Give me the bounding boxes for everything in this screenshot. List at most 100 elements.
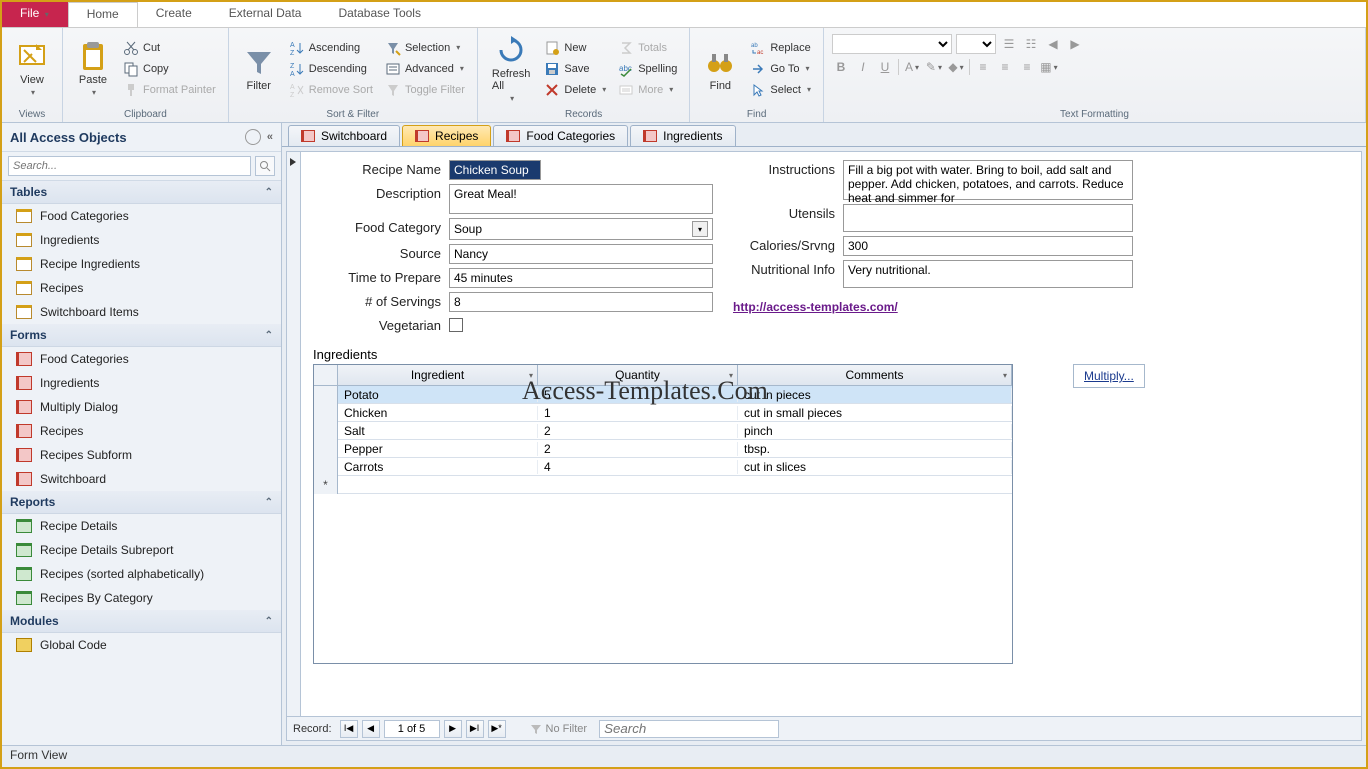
font-family-dropdown[interactable] bbox=[832, 34, 952, 54]
indent-left-button[interactable]: ◀ bbox=[1044, 35, 1062, 53]
tab-external-data[interactable]: External Data bbox=[211, 2, 321, 27]
table-row[interactable]: Salt2pinch bbox=[314, 422, 1012, 440]
remove-sort-button[interactable]: AZRemove Sort bbox=[285, 80, 377, 100]
nav-item-table[interactable]: Recipes bbox=[2, 276, 281, 300]
nav-item-table[interactable]: Ingredients bbox=[2, 228, 281, 252]
tab-recipes[interactable]: Recipes bbox=[402, 125, 491, 146]
nav-item-form[interactable]: Multiply Dialog bbox=[2, 395, 281, 419]
new-button[interactable]: New bbox=[540, 38, 610, 58]
nav-header[interactable]: All Access Objects « bbox=[2, 123, 281, 152]
underline-button[interactable]: U bbox=[876, 58, 894, 76]
fill-color-button[interactable]: ◆▾ bbox=[947, 58, 965, 76]
nav-item-form[interactable]: Switchboard bbox=[2, 467, 281, 491]
vegetarian-checkbox[interactable] bbox=[449, 318, 463, 332]
next-record-button[interactable]: ▶ bbox=[444, 720, 462, 738]
delete-button[interactable]: Delete▾ bbox=[540, 80, 610, 100]
nav-item-table[interactable]: Food Categories bbox=[2, 204, 281, 228]
select-button[interactable]: Select▾ bbox=[746, 80, 815, 100]
tab-ingredients[interactable]: Ingredients bbox=[630, 125, 735, 146]
nutritional-field[interactable]: Very nutritional. bbox=[843, 260, 1133, 288]
instructions-field[interactable]: Fill a big pot with water. Bring to boil… bbox=[843, 160, 1133, 200]
nav-group-tables[interactable]: Tables⌃ bbox=[2, 181, 281, 204]
font-color-button[interactable]: A▾ bbox=[903, 58, 921, 76]
totals-button[interactable]: Totals bbox=[614, 38, 681, 58]
record-search-input[interactable] bbox=[599, 720, 779, 738]
description-field[interactable]: Great Meal! bbox=[449, 184, 713, 214]
italic-button[interactable]: I bbox=[854, 58, 872, 76]
servings-field[interactable]: 8 bbox=[449, 292, 713, 312]
paste-button[interactable]: Paste▾ bbox=[71, 36, 115, 101]
nav-search-input[interactable] bbox=[8, 156, 251, 176]
nav-item-form[interactable]: Recipes Subform bbox=[2, 443, 281, 467]
col-header-quantity[interactable]: Quantity▾ bbox=[538, 365, 738, 385]
nav-item-form[interactable]: Food Categories bbox=[2, 347, 281, 371]
tab-file[interactable]: File ▾ bbox=[2, 2, 68, 27]
time-to-prepare-field[interactable]: 45 minutes bbox=[449, 268, 713, 288]
food-category-combo[interactable]: Soup▾ bbox=[449, 218, 713, 240]
multiply-button[interactable]: Multiply... bbox=[1073, 364, 1145, 388]
more-button[interactable]: More▾ bbox=[614, 80, 681, 100]
toggle-filter-button[interactable]: Toggle Filter bbox=[381, 80, 469, 100]
nav-item-table[interactable]: Switchboard Items bbox=[2, 300, 281, 324]
bullets-button[interactable]: ☰ bbox=[1000, 35, 1018, 53]
ascending-button[interactable]: AZAscending bbox=[285, 38, 377, 58]
tab-home[interactable]: Home bbox=[68, 2, 138, 27]
table-row[interactable]: Potato5cut in pieces bbox=[314, 386, 1012, 404]
search-icon[interactable] bbox=[255, 156, 275, 176]
table-row[interactable]: Chicken1cut in small pieces bbox=[314, 404, 1012, 422]
nav-item-report[interactable]: Recipe Details Subreport bbox=[2, 538, 281, 562]
view-button[interactable]: View▾ bbox=[10, 36, 54, 101]
tab-database-tools[interactable]: Database Tools bbox=[320, 2, 440, 27]
align-center-button[interactable]: ≡ bbox=[996, 58, 1014, 76]
nav-item-form[interactable]: Recipes bbox=[2, 419, 281, 443]
nav-group-reports[interactable]: Reports⌃ bbox=[2, 491, 281, 514]
new-record-button[interactable]: ▶* bbox=[488, 720, 506, 738]
copy-button[interactable]: Copy bbox=[119, 59, 220, 79]
align-left-button[interactable]: ≡ bbox=[974, 58, 992, 76]
prev-record-button[interactable]: ◀ bbox=[362, 720, 380, 738]
format-painter-button[interactable]: Format Painter bbox=[119, 80, 220, 100]
save-button[interactable]: Save bbox=[540, 59, 610, 79]
col-header-ingredient[interactable]: Ingredient▾ bbox=[338, 365, 538, 385]
gridlines-button[interactable]: ▦▾ bbox=[1040, 58, 1058, 76]
utensils-field[interactable] bbox=[843, 204, 1133, 232]
replace-button[interactable]: abacReplace bbox=[746, 38, 815, 58]
select-all-button[interactable] bbox=[314, 365, 338, 385]
advanced-button[interactable]: Advanced▾ bbox=[381, 59, 469, 79]
indent-right-button[interactable]: ▶ bbox=[1066, 35, 1084, 53]
chevron-down-icon[interactable]: ▾ bbox=[692, 221, 708, 237]
nav-group-modules[interactable]: Modules⌃ bbox=[2, 610, 281, 633]
calories-field[interactable]: 300 bbox=[843, 236, 1133, 256]
tab-food-categories[interactable]: Food Categories bbox=[493, 125, 628, 146]
numbering-button[interactable]: ☷ bbox=[1022, 35, 1040, 53]
filter-button[interactable]: Filter bbox=[237, 42, 281, 96]
tab-create[interactable]: Create bbox=[138, 2, 211, 27]
first-record-button[interactable]: І◀ bbox=[340, 720, 358, 738]
link-access-templates[interactable]: http://access-templates.com/ bbox=[733, 300, 898, 314]
table-row[interactable]: Carrots4cut in slices bbox=[314, 458, 1012, 476]
nav-group-forms[interactable]: Forms⌃ bbox=[2, 324, 281, 347]
nav-item-report[interactable]: Recipes (sorted alphabetically) bbox=[2, 562, 281, 586]
nav-item-report[interactable]: Recipes By Category bbox=[2, 586, 281, 610]
spelling-button[interactable]: abcSpelling bbox=[614, 59, 681, 79]
align-right-button[interactable]: ≡ bbox=[1018, 58, 1036, 76]
highlight-button[interactable]: ✎▾ bbox=[925, 58, 943, 76]
goto-button[interactable]: Go To▾ bbox=[746, 59, 815, 79]
nav-collapse-button[interactable]: « bbox=[267, 131, 273, 143]
find-button[interactable]: Find bbox=[698, 42, 742, 96]
descending-button[interactable]: ZADescending bbox=[285, 59, 377, 79]
cut-button[interactable]: Cut bbox=[119, 38, 220, 58]
nav-item-form[interactable]: Ingredients bbox=[2, 371, 281, 395]
recipe-name-field[interactable]: Chicken Soup bbox=[449, 160, 541, 180]
bold-button[interactable]: B bbox=[832, 58, 850, 76]
font-size-dropdown[interactable] bbox=[956, 34, 996, 54]
source-field[interactable]: Nancy bbox=[449, 244, 713, 264]
record-selector[interactable] bbox=[287, 152, 301, 740]
selection-button[interactable]: Selection▾ bbox=[381, 38, 469, 58]
table-row[interactable]: Pepper2tbsp. bbox=[314, 440, 1012, 458]
nav-item-module[interactable]: Global Code bbox=[2, 633, 281, 657]
nav-filter-icon[interactable] bbox=[245, 129, 261, 145]
table-new-row[interactable] bbox=[314, 476, 1012, 494]
record-position[interactable]: 1 of 5 bbox=[384, 720, 440, 738]
refresh-all-button[interactable]: Refresh All▾ bbox=[486, 30, 537, 107]
